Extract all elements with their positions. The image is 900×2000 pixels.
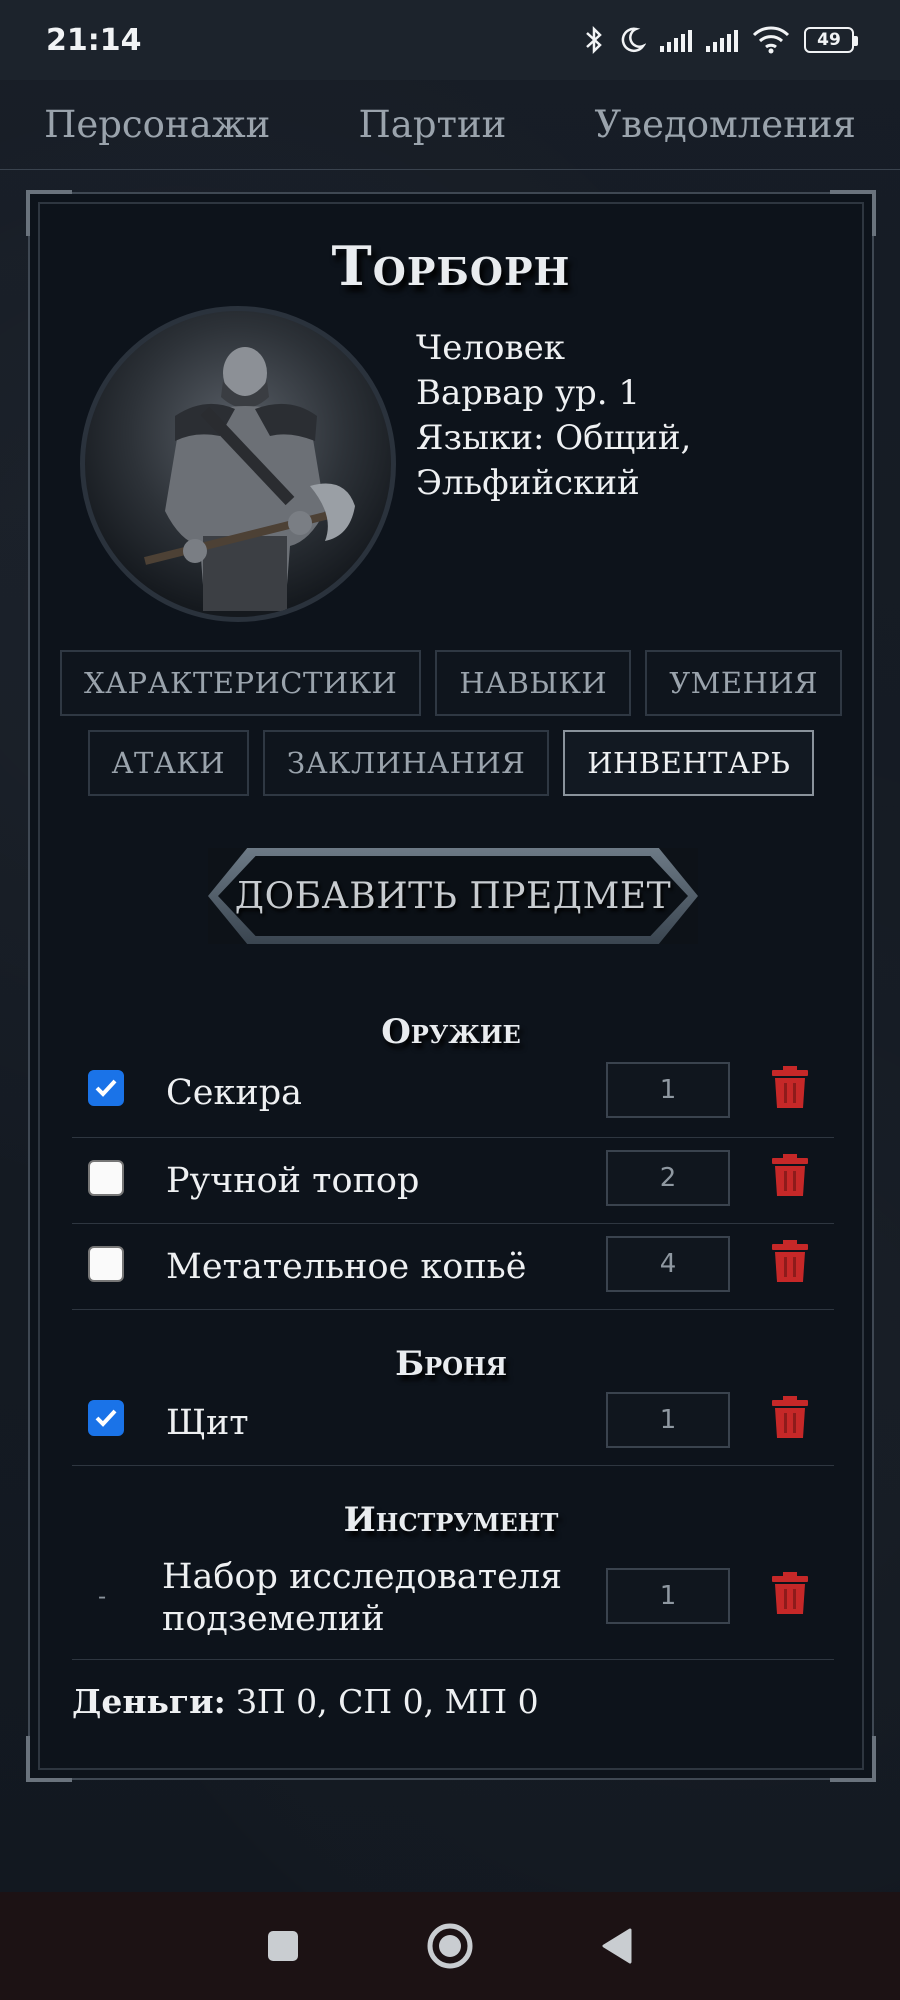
quantity-input[interactable]: 1 xyxy=(606,1062,730,1118)
character-card: Торборн Человек Варвар ур. 1 Языки: Общи… xyxy=(26,190,876,1782)
quantity-input[interactable]: 1 xyxy=(606,1568,730,1624)
section-title-weapons: Оружие xyxy=(381,1012,521,1052)
item-marker: - xyxy=(98,1582,107,1610)
item-name: Метательное копьё xyxy=(166,1247,527,1287)
back-button[interactable] xyxy=(587,1916,647,1976)
money-label: Деньги: xyxy=(72,1682,226,1721)
square-icon xyxy=(268,1931,299,1961)
tab-notifications[interactable]: Уведомления xyxy=(595,103,856,146)
inventory-row: Секира 1 xyxy=(72,1052,834,1138)
equipped-checkbox[interactable] xyxy=(88,1400,124,1436)
section-title-armor: Броня xyxy=(395,1344,507,1384)
frame-corner xyxy=(26,1736,72,1782)
section-title-tools: Инструмент xyxy=(343,1500,559,1540)
status-time: 21:14 xyxy=(46,22,142,58)
back-triangle-icon xyxy=(602,1928,632,1964)
item-name: Набор исследователя подземелий xyxy=(162,1556,562,1640)
inventory-row: Ручной топор 2 xyxy=(72,1138,834,1224)
tab-inventory[interactable]: ИНВЕНТАРЬ xyxy=(563,730,815,796)
quantity-input[interactable]: 1 xyxy=(606,1392,730,1448)
tab-skills[interactable]: НАВЫКИ xyxy=(435,650,632,716)
equipped-checkbox[interactable] xyxy=(88,1246,124,1282)
money-value: ЗП 0, СП 0, МП 0 xyxy=(236,1682,539,1721)
tab-attacks[interactable]: АТАКИ xyxy=(87,730,250,796)
signal-icon xyxy=(660,28,692,52)
quantity-input[interactable]: 4 xyxy=(606,1236,730,1292)
character-languages-cont: Эльфийский xyxy=(416,463,640,503)
system-nav-bar xyxy=(0,1892,900,2000)
tab-spells[interactable]: ЗАКЛИНАНИЯ xyxy=(263,730,550,796)
top-tabs: Персонажи Партии Уведомления xyxy=(0,80,900,170)
trash-icon[interactable] xyxy=(770,1240,810,1284)
inventory-row: Щит 1 xyxy=(72,1384,834,1466)
trash-icon[interactable] xyxy=(770,1572,810,1616)
trash-icon[interactable] xyxy=(770,1154,810,1198)
character-race: Человек xyxy=(416,328,565,368)
equipped-checkbox[interactable] xyxy=(88,1160,124,1196)
item-name-line: Набор исследователя xyxy=(162,1557,563,1597)
add-item-button[interactable]: ДОБАВИТЬ ПРЕДМЕТ xyxy=(208,848,698,944)
item-name: Щит xyxy=(166,1403,249,1443)
home-circle-icon xyxy=(427,1923,473,1969)
signal-icon xyxy=(706,28,738,52)
wifi-icon xyxy=(752,26,790,54)
character-info: Человек Варвар ур. 1 Языки: Общий, Эльфи… xyxy=(416,326,836,506)
trash-icon[interactable] xyxy=(770,1396,810,1440)
status-icons: 49 xyxy=(584,25,858,55)
tab-characteristics[interactable]: ХАРАКТЕРИСТИКИ xyxy=(59,650,422,716)
money-summary: Деньги: ЗП 0, СП 0, МП 0 xyxy=(72,1682,539,1721)
item-name: Секира xyxy=(166,1073,302,1113)
inventory-row: - Набор исследователя подземелий 1 xyxy=(72,1540,834,1660)
tab-parties[interactable]: Партии xyxy=(359,103,507,146)
frame-corner xyxy=(830,190,876,236)
status-bar: 21:14 49 xyxy=(0,0,900,80)
moon-icon xyxy=(621,27,646,53)
character-name: Торборн xyxy=(331,234,571,298)
item-name: Ручной топор xyxy=(166,1161,420,1201)
barbarian-portrait-image xyxy=(144,347,355,611)
character-class-level: Варвар ур. 1 xyxy=(416,373,641,413)
equipped-checkbox[interactable] xyxy=(88,1070,124,1106)
character-languages: Языки: Общий, xyxy=(416,418,692,458)
add-item-label: ДОБАВИТЬ ПРЕДМЕТ xyxy=(234,875,672,917)
quantity-input[interactable]: 2 xyxy=(606,1150,730,1206)
section-tabs: ХАРАКТЕРИСТИКИ НАВЫКИ УМЕНИЯ АТАКИ ЗАКЛИ… xyxy=(30,650,872,810)
inventory-row: Метательное копьё 4 xyxy=(72,1224,834,1310)
bluetooth-icon xyxy=(586,25,602,55)
item-name-line: подземелий xyxy=(162,1599,385,1639)
frame-corner xyxy=(830,1736,876,1782)
battery-icon: 49 xyxy=(804,27,858,53)
tab-abilities[interactable]: УМЕНИЯ xyxy=(645,650,843,716)
character-portrait xyxy=(80,306,396,622)
tab-characters[interactable]: Персонажи xyxy=(44,103,270,146)
home-button[interactable] xyxy=(420,1916,480,1976)
recents-button[interactable] xyxy=(253,1916,313,1976)
trash-icon[interactable] xyxy=(770,1066,810,1110)
frame-corner xyxy=(26,190,72,236)
